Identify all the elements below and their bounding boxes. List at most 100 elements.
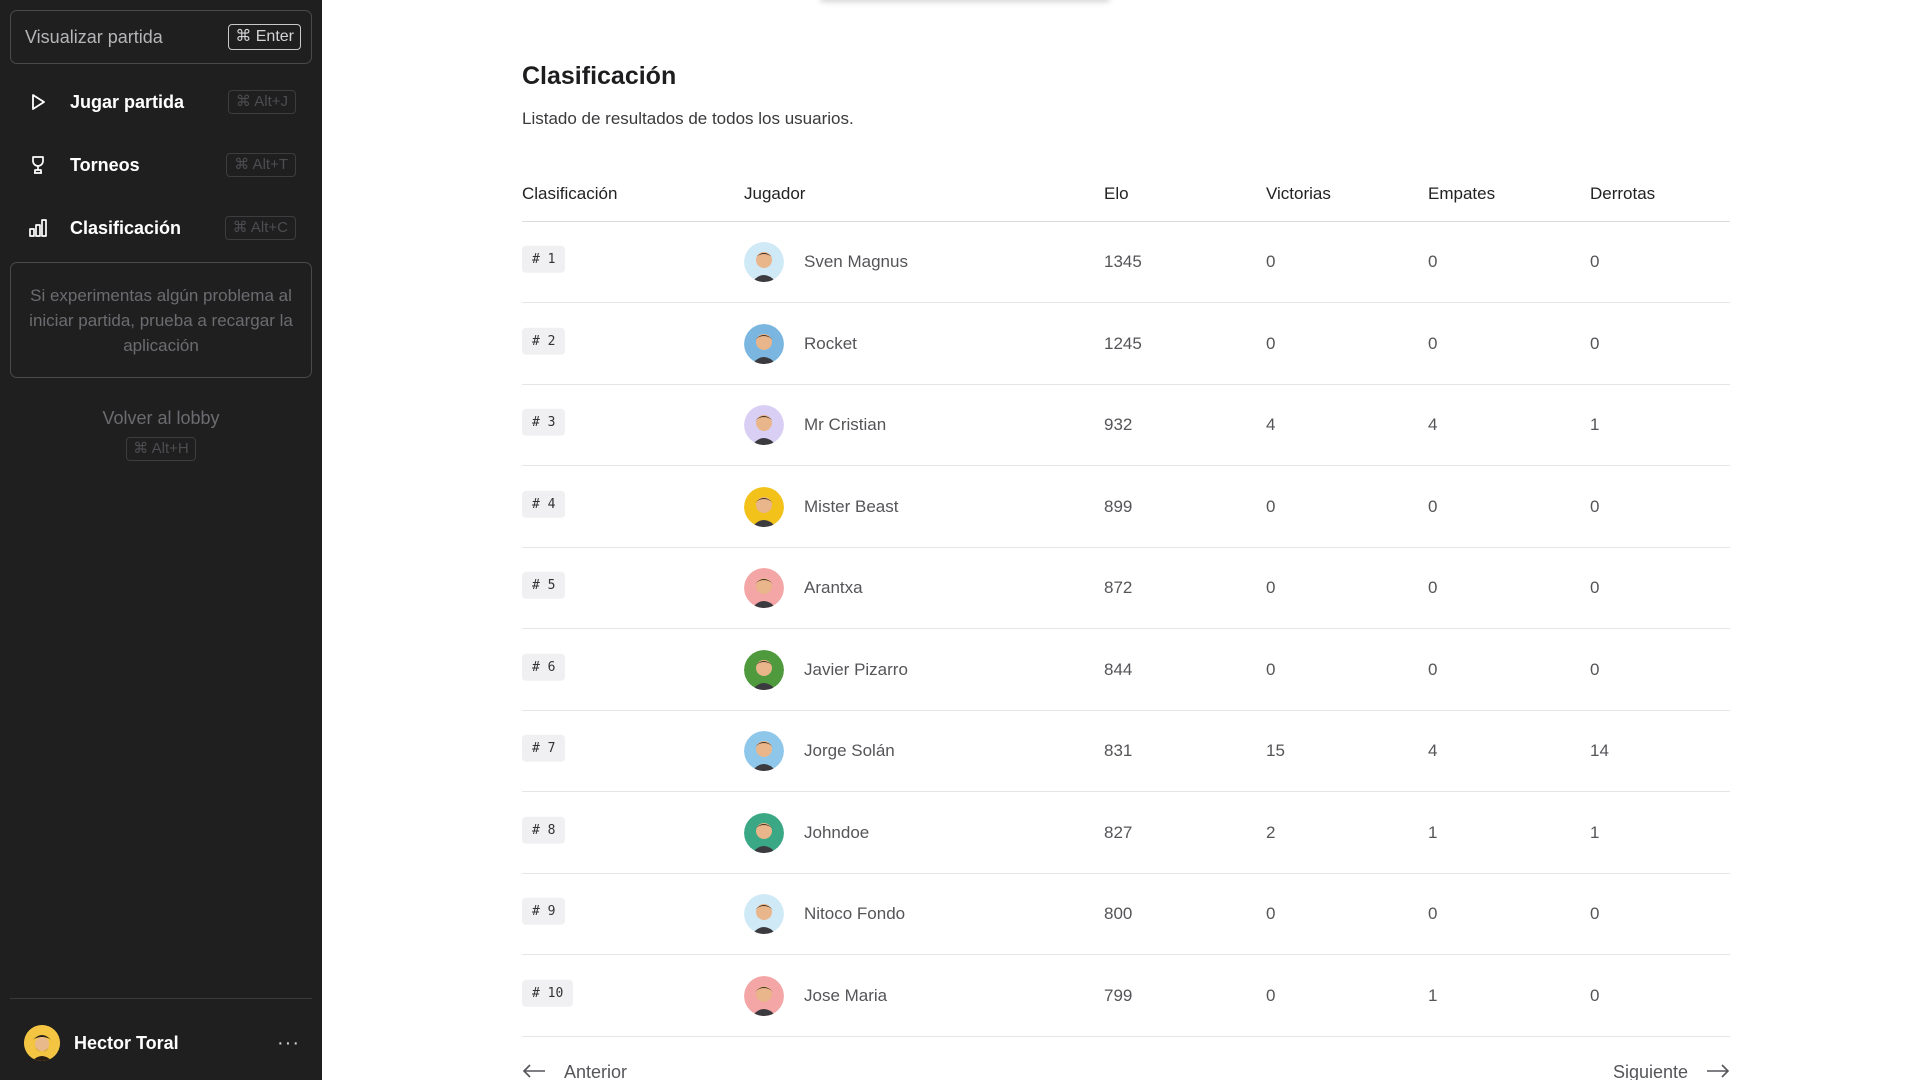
search-input[interactable]: Visualizar partida ⌘ Enter xyxy=(10,10,312,64)
player-name: Johndoe xyxy=(804,822,870,842)
lobby-section: Volver al lobby ⌘ Alt+H xyxy=(0,408,322,461)
pagination: Anterior Siguiente xyxy=(522,1058,1730,1080)
shortcut-badge: ⌘ Alt+C xyxy=(224,216,296,240)
player-avatar xyxy=(744,649,784,690)
table-row[interactable]: # 10 Jose Maria 799 0 1 0 xyxy=(522,956,1730,1037)
table-row[interactable]: # 8 Johndoe 827 2 1 1 xyxy=(522,793,1730,874)
draws-value: 0 xyxy=(1428,252,1438,271)
rank-badge: # 5 xyxy=(522,571,566,599)
player-avatar xyxy=(744,568,784,608)
losses-value: 0 xyxy=(1590,252,1600,271)
elo-value: 800 xyxy=(1104,904,1133,923)
player-name: Rocket xyxy=(804,333,857,353)
player-name: Javier Pizarro xyxy=(804,659,908,679)
next-page-button[interactable]: Siguiente xyxy=(1613,1062,1730,1080)
rank-badge: # 6 xyxy=(522,653,566,681)
nav-item-torneos[interactable]: Torneos ⌘ Alt+T xyxy=(10,137,312,193)
sidebar: Visualizar partida ⌘ Enter Jugar partida… xyxy=(0,0,322,1080)
rank-badge: # 10 xyxy=(522,979,574,1007)
info-notice: Si experimentas algún problema al inicia… xyxy=(10,262,312,378)
wins-value: 4 xyxy=(1266,415,1276,434)
table-row[interactable]: # 7 Jorge Solán 831 15 4 14 xyxy=(522,711,1730,792)
losses-value: 0 xyxy=(1590,904,1600,923)
elo-value: 899 xyxy=(1104,496,1133,516)
player-name: Mister Beast xyxy=(804,496,899,516)
elo-value: 827 xyxy=(1104,822,1133,842)
player-name: Nitoco Fondo xyxy=(804,904,906,923)
table-row[interactable]: # 9 Nitoco Fondo 800 0 0 0 xyxy=(522,874,1730,955)
draws-value: 1 xyxy=(1428,985,1438,1005)
wins-value: 0 xyxy=(1266,252,1276,271)
user-name: Hector Toral xyxy=(74,1032,179,1053)
back-to-lobby-link[interactable]: Volver al lobby xyxy=(0,408,322,429)
nav-item-jugar-partida[interactable]: Jugar partida ⌘ Alt+J xyxy=(10,74,312,130)
shortcut-badge: ⌘ Alt+H xyxy=(126,437,196,461)
col-header-player: Jugador xyxy=(744,184,806,203)
player-avatar xyxy=(744,812,784,853)
losses-value: 14 xyxy=(1590,741,1609,760)
player-name: Jorge Solán xyxy=(804,741,895,760)
col-header-rank: Clasificación xyxy=(522,184,618,203)
player-name: Mr Cristian xyxy=(804,415,887,434)
player-name: Sven Magnus xyxy=(804,252,908,271)
table-row[interactable]: # 6 Javier Pizarro 844 0 0 0 xyxy=(522,630,1730,711)
elo-value: 831 xyxy=(1104,741,1133,760)
nav-item-label: Jugar partida xyxy=(70,91,185,112)
elo-value: 1345 xyxy=(1104,252,1142,271)
rank-badge: # 4 xyxy=(522,490,566,518)
table-row[interactable]: # 2 Rocket 1245 0 0 0 xyxy=(522,304,1730,385)
next-page-label: Siguiente xyxy=(1612,1062,1688,1080)
divider xyxy=(10,998,312,999)
shortcut-badge: ⌘ Enter xyxy=(228,24,301,50)
losses-value: 0 xyxy=(1590,333,1600,353)
draws-value: 0 xyxy=(1428,333,1438,353)
info-text: Si experimentas algún problema al inicia… xyxy=(29,285,293,355)
player-name: Arantxa xyxy=(804,578,863,597)
elo-value: 799 xyxy=(1104,985,1133,1005)
player-avatar xyxy=(744,486,784,527)
player-name: Jose Maria xyxy=(804,985,888,1005)
losses-value: 1 xyxy=(1590,822,1600,842)
losses-value: 0 xyxy=(1590,659,1600,679)
player-avatar xyxy=(744,323,784,364)
prev-page-button[interactable]: Anterior xyxy=(522,1062,627,1080)
user-profile[interactable]: Hector Toral ··· xyxy=(24,1024,300,1062)
elo-value: 932 xyxy=(1104,415,1133,434)
player-avatar xyxy=(744,405,784,445)
player-avatar xyxy=(744,731,784,771)
rank-badge: # 2 xyxy=(522,327,566,355)
losses-value: 0 xyxy=(1590,496,1600,516)
arrow-right-icon xyxy=(1706,1062,1730,1080)
prev-page-label: Anterior xyxy=(564,1062,628,1080)
losses-value: 0 xyxy=(1590,985,1600,1005)
losses-value: 0 xyxy=(1590,578,1600,597)
player-avatar xyxy=(744,894,784,934)
table-row[interactable]: # 1 Sven Magnus 1345 0 0 0 xyxy=(522,222,1730,303)
shortcut-badge: ⌘ Alt+T xyxy=(226,153,296,177)
wins-value: 0 xyxy=(1266,496,1276,516)
search-placeholder: Visualizar partida xyxy=(25,26,163,47)
nav-item-label: Clasificación xyxy=(70,217,182,238)
wins-value: 0 xyxy=(1266,659,1276,679)
draws-value: 0 xyxy=(1428,659,1438,679)
trophy-icon xyxy=(26,153,50,177)
nav-item-clasificacion[interactable]: Clasificación ⌘ Alt+C xyxy=(10,200,312,256)
bar-chart-icon xyxy=(26,216,50,240)
rank-badge: # 8 xyxy=(522,816,566,844)
draws-value: 1 xyxy=(1428,822,1438,842)
nav-item-label: Torneos xyxy=(70,154,140,175)
wins-value: 2 xyxy=(1266,822,1276,842)
wins-value: 0 xyxy=(1266,985,1276,1005)
table-row[interactable]: # 4 Mister Beast 899 0 0 0 xyxy=(522,467,1730,548)
table-row[interactable]: # 3 Mr Cristian 932 4 4 1 xyxy=(522,385,1730,466)
losses-value: 1 xyxy=(1590,415,1600,434)
wins-value: 0 xyxy=(1266,578,1276,597)
avatar xyxy=(24,1025,60,1061)
draws-value: 4 xyxy=(1428,415,1438,434)
more-options-icon[interactable]: ··· xyxy=(277,1032,300,1055)
elo-value: 844 xyxy=(1104,659,1133,679)
table-header: Clasificación Jugador Elo Victorias Empa… xyxy=(522,180,1730,222)
col-header-wins: Victorias xyxy=(1266,184,1331,203)
player-avatar xyxy=(744,242,784,282)
table-row[interactable]: # 5 Arantxa 872 0 0 0 xyxy=(522,548,1730,629)
